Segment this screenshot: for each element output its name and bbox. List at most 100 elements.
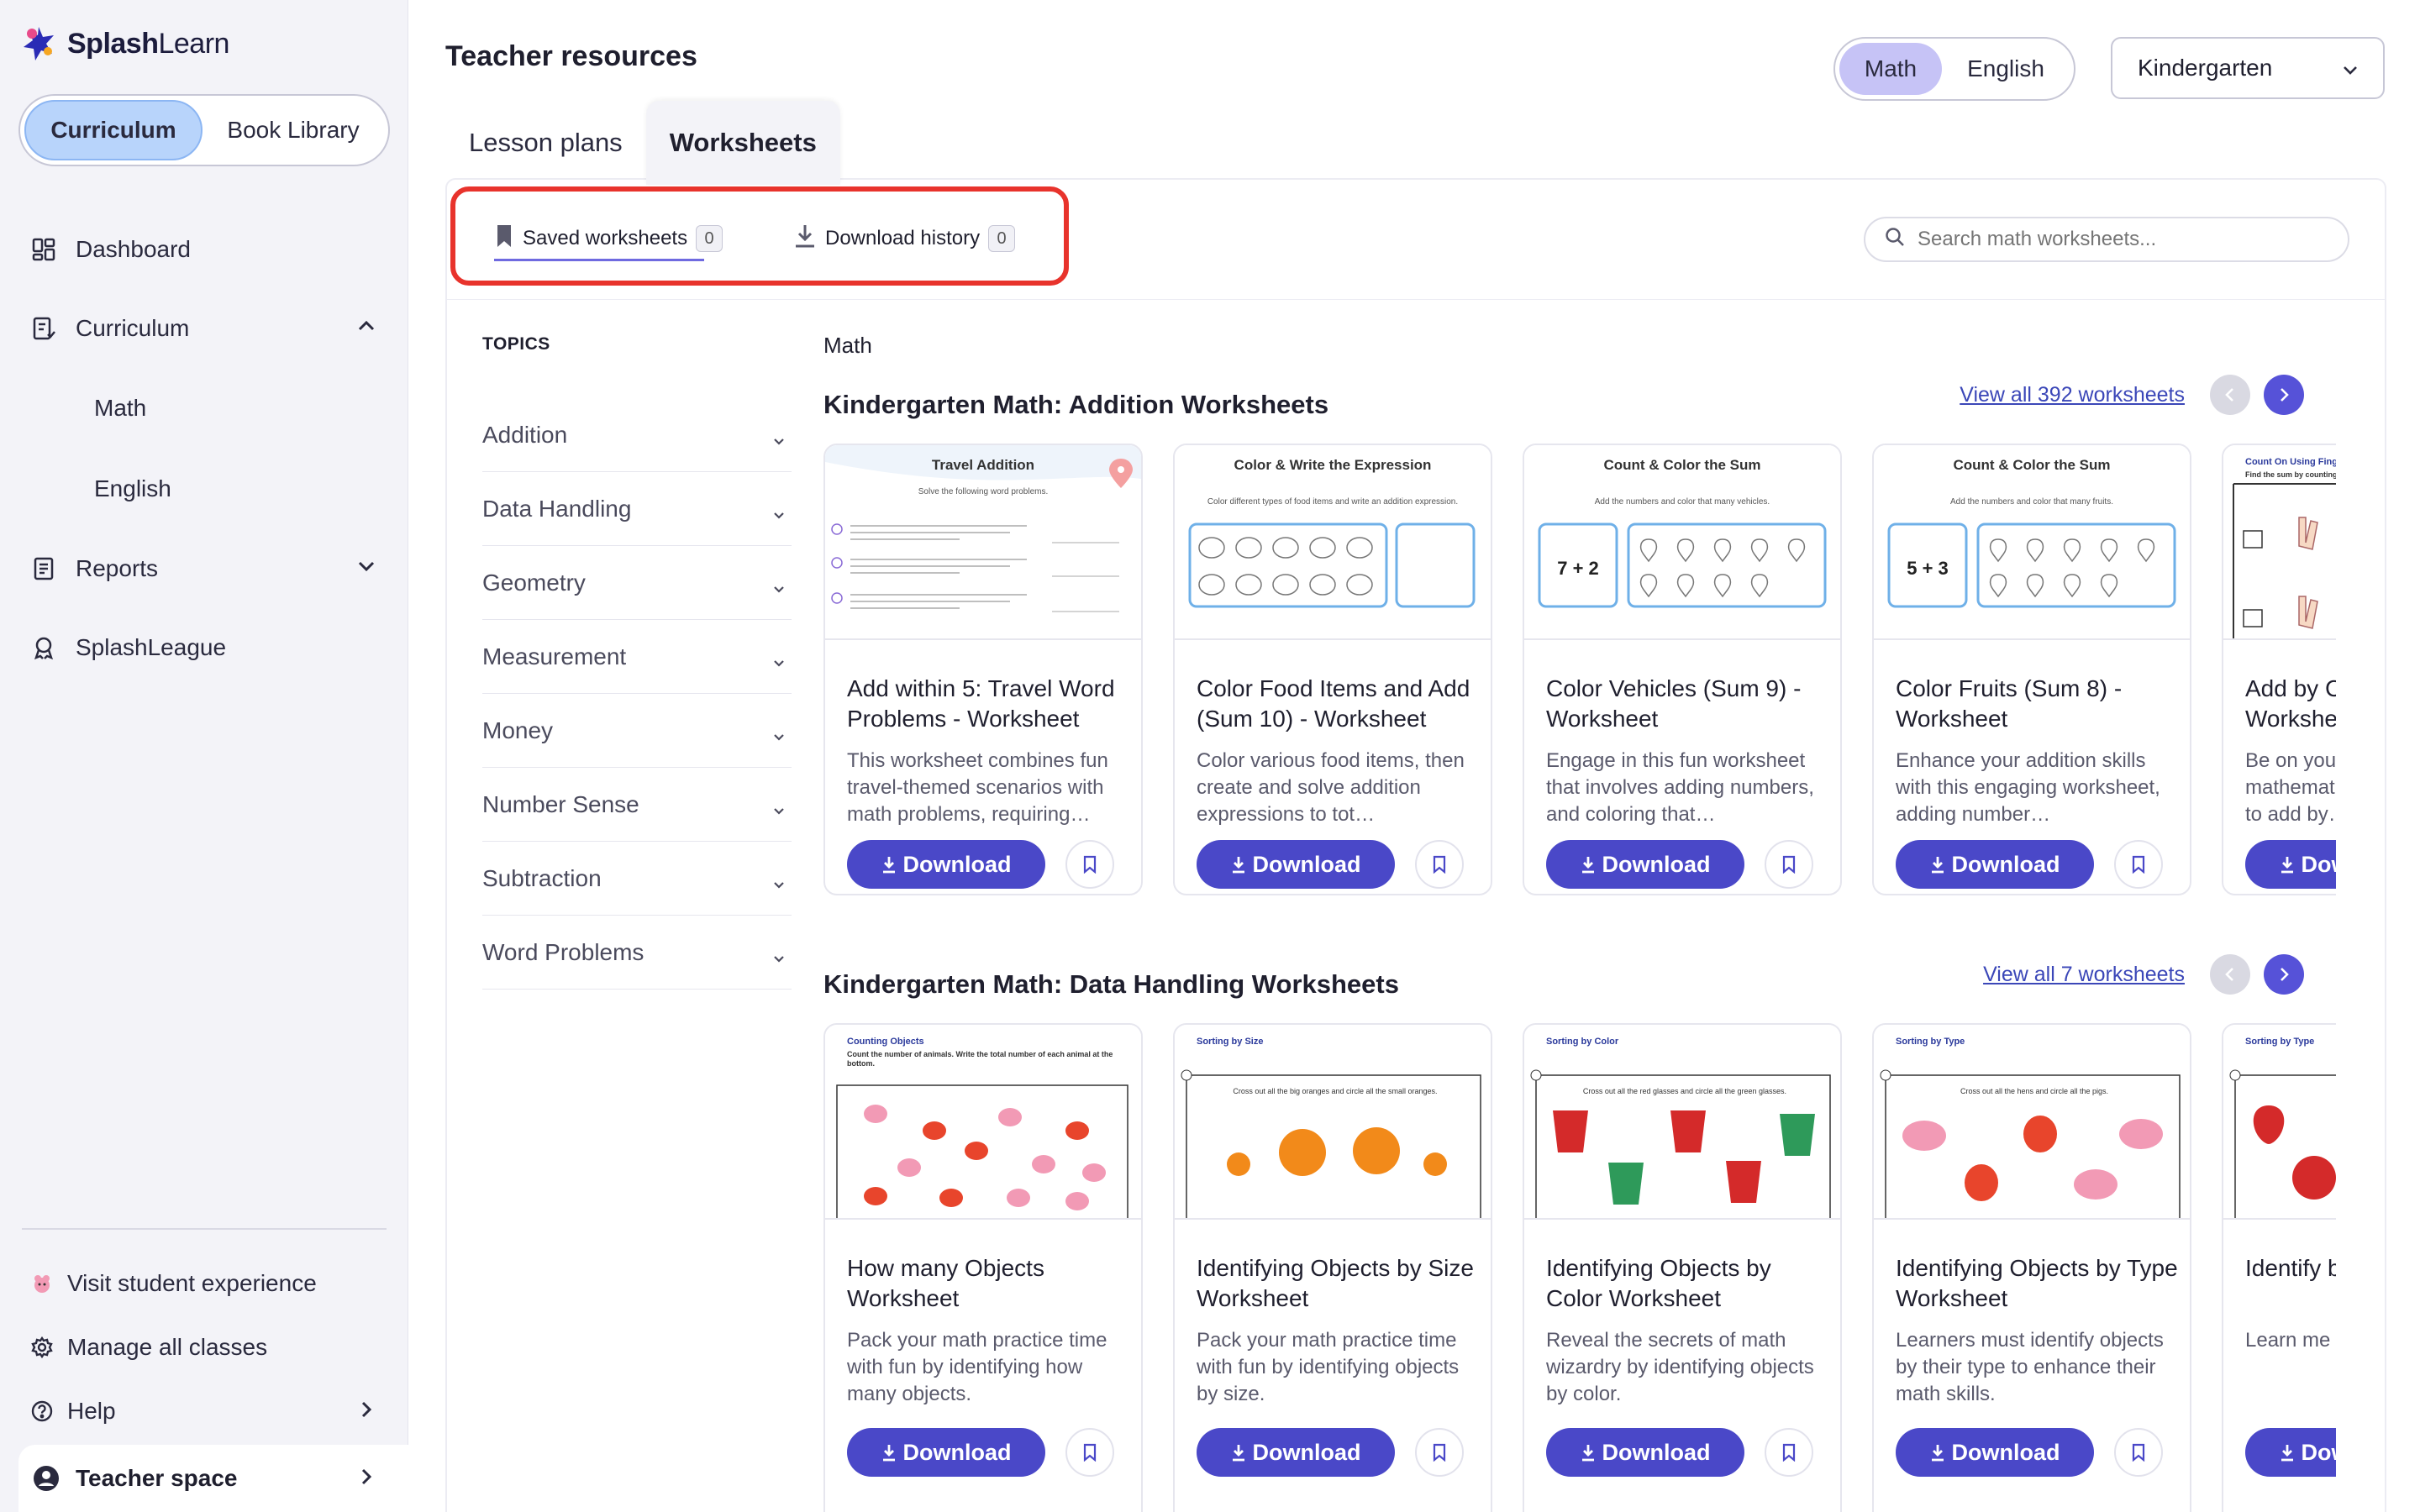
chevron-down-icon[interactable]: [355, 554, 378, 584]
sidebar-item-english[interactable]: English: [0, 449, 408, 529]
worksheet-thumbnail[interactable]: Count & Color the Sum Add the numbers and…: [1874, 445, 2190, 640]
breadcrumb: Math: [823, 333, 872, 358]
sidebar-item-label: SplashLeague: [76, 634, 227, 660]
worksheet-card[interactable]: Counting Objects Count the number of anim…: [823, 1023, 1143, 1512]
download-button[interactable]: Download: [1546, 1428, 1744, 1477]
chevron-right-icon: [2281, 968, 2289, 981]
worksheet-title[interactable]: Color Vehicles (Sum 9) - Worksheet: [1546, 674, 1832, 734]
topic-item[interactable]: Number Sense: [482, 768, 792, 842]
worksheet-thumbnail[interactable]: Sorting by Type Cross out all the hens an…: [1874, 1025, 2190, 1220]
thumbnail-title: Count On Using Fingers: [2245, 457, 2336, 467]
download-button[interactable]: Download: [847, 1428, 1045, 1477]
thumbnail-instructions: Cross out all the: [2245, 1087, 2336, 1096]
download-button[interactable]: Download: [847, 840, 1045, 889]
sidebar-item-label: Dashboard: [76, 236, 191, 262]
worksheet-card[interactable]: Travel Addition Solve the following word …: [823, 444, 1143, 895]
worksheet-description: Be on your way to becoming a mathematics…: [2245, 749, 2336, 826]
sidebar-item-curriculum[interactable]: Curriculum: [0, 289, 408, 368]
worksheet-thumbnail[interactable]: Count & Color the Sum Add the numbers and…: [1524, 445, 1840, 640]
visit-student-experience-link[interactable]: Visit student experience: [0, 1252, 408, 1315]
teacher-space-button[interactable]: Teacher space: [18, 1445, 408, 1512]
topic-item[interactable]: Measurement: [482, 620, 792, 694]
worksheet-card[interactable]: Sorting by Type Cross out all the Identify…: [2222, 1023, 2336, 1512]
topic-item[interactable]: Addition: [482, 398, 792, 472]
worksheet-card[interactable]: Count On Using Fingers Find the sum by co…: [2222, 444, 2336, 895]
topic-item[interactable]: Geometry: [482, 546, 792, 620]
thumbnail-instructions: Cross out all the red glasses and circle…: [1582, 1087, 1787, 1095]
worksheet-title[interactable]: Add by Counting Fingers Worksheet: [2245, 674, 2336, 734]
bookmark-button[interactable]: [2114, 1428, 2163, 1477]
worksheet-title[interactable]: Identifying Objects by Color Worksheet: [1546, 1253, 1832, 1314]
bookmark-button[interactable]: [1065, 1428, 1114, 1477]
bottom-item-label: Visit student experience: [67, 1270, 317, 1296]
download-button[interactable]: Download: [1546, 840, 1744, 889]
worksheet-card[interactable]: Count & Color the Sum Add the numbers and…: [1523, 444, 1842, 895]
worksheet-title[interactable]: Identifying Objects by Size Worksheet: [1197, 1253, 1482, 1314]
sidebar-item-splashleague[interactable]: SplashLeague: [0, 608, 408, 687]
download-button[interactable]: Download: [2245, 1428, 2336, 1477]
worksheet-title[interactable]: Identifying Objects by Type Worksheet: [1896, 1253, 2181, 1314]
download-button[interactable]: Download: [1896, 1428, 2094, 1477]
segment-curriculum[interactable]: Curriculum: [24, 100, 203, 160]
chevron-down-icon: [2339, 59, 2361, 87]
sidebar-item-reports[interactable]: Reports: [0, 529, 408, 608]
help-link[interactable]: Help: [0, 1379, 408, 1443]
topic-item[interactable]: Money: [482, 694, 792, 768]
worksheet-card[interactable]: Sorting by Size Cross out all the big ora…: [1173, 1023, 1492, 1512]
view-all-link[interactable]: View all 392 worksheets: [1960, 383, 2185, 407]
carousel-prev-button[interactable]: [2210, 954, 2250, 995]
worksheet-thumbnail[interactable]: Color & Write the Expression Color differ…: [1175, 445, 1491, 640]
download-button[interactable]: Download: [1197, 840, 1395, 889]
bookmark-button[interactable]: [1415, 1428, 1464, 1477]
worksheet-thumbnail[interactable]: Sorting by Color Cross out all the red gl…: [1524, 1025, 1840, 1220]
tab-lesson-plans[interactable]: Lesson plans: [445, 101, 646, 185]
worksheet-thumbnail[interactable]: Counting Objects Count the number of anim…: [825, 1025, 1141, 1220]
worksheet-thumbnail[interactable]: Count On Using Fingers Find the sum by co…: [2223, 445, 2336, 640]
bookmark-button[interactable]: [2114, 840, 2163, 889]
grade-select[interactable]: Kindergarten: [2111, 37, 2385, 99]
carousel-next-button[interactable]: [2264, 375, 2304, 415]
carousel-prev-button[interactable]: [2210, 375, 2250, 415]
chevron-left-icon: [2225, 388, 2233, 402]
download-button[interactable]: Download: [2245, 840, 2336, 889]
bookmark-button[interactable]: [1415, 840, 1464, 889]
topic-item[interactable]: Word Problems: [482, 916, 792, 990]
worksheet-title[interactable]: Identify by Type Worksheet: [2245, 1253, 2336, 1284]
worksheet-card[interactable]: Color & Write the Expression Color differ…: [1173, 444, 1492, 895]
manage-all-classes-link[interactable]: Manage all classes: [0, 1315, 408, 1379]
topic-label: Subtraction: [482, 864, 602, 891]
sidebar-item-dashboard[interactable]: Dashboard: [0, 210, 408, 289]
thumbnail-title: Sorting by Type: [2245, 1037, 2315, 1047]
subject-math[interactable]: Math: [1839, 43, 1942, 95]
worksheet-title[interactable]: How many Objects Worksheet: [847, 1253, 1133, 1314]
worksheet-title[interactable]: Color Food Items and Add (Sum 10) - Work…: [1197, 674, 1482, 734]
topic-item[interactable]: Subtraction: [482, 842, 792, 916]
tab-worksheets[interactable]: Worksheets: [645, 101, 840, 185]
worksheet-card[interactable]: Sorting by Color Cross out all the red gl…: [1523, 1023, 1842, 1512]
splashlearn-logo[interactable]: SplashLearn: [18, 24, 229, 64]
bookmark-button[interactable]: [1765, 840, 1813, 889]
carousel-next-button[interactable]: [2264, 954, 2304, 995]
sidebar-item-math[interactable]: Math: [0, 368, 408, 449]
worksheet-thumbnail[interactable]: Travel Addition Solve the following word …: [825, 445, 1141, 640]
chevron-up-icon[interactable]: [355, 314, 378, 344]
worksheet-thumbnail[interactable]: Sorting by Type Cross out all the: [2223, 1025, 2336, 1220]
bookmark-button[interactable]: [1065, 840, 1114, 889]
download-button[interactable]: Download: [1896, 840, 2094, 889]
worksheet-thumbnail[interactable]: Sorting by Size Cross out all the big ora…: [1175, 1025, 1491, 1220]
topic-item[interactable]: Data Handling: [482, 472, 792, 546]
search-box[interactable]: [1864, 217, 2349, 262]
worksheet-card[interactable]: Count & Color the Sum Add the numbers and…: [1872, 444, 2191, 895]
download-button[interactable]: Download: [1197, 1428, 1395, 1477]
view-all-link[interactable]: View all 7 worksheets: [1983, 963, 2185, 987]
segment-book-library[interactable]: Book Library: [203, 100, 384, 160]
worksheet-title[interactable]: Color Fruits (Sum 8) - Worksheet: [1896, 674, 2181, 734]
worksheet-description: Reveal the secrets of math wizardry by i…: [1546, 1329, 1814, 1405]
subject-english[interactable]: English: [1942, 43, 2070, 95]
worksheet-card[interactable]: Sorting by Type Cross out all the hens an…: [1872, 1023, 2191, 1512]
chevron-down-icon: [771, 798, 786, 825]
topic-label: Geometry: [482, 569, 586, 596]
bookmark-button[interactable]: [1765, 1428, 1813, 1477]
worksheet-title[interactable]: Add within 5: Travel Word Problems - Wor…: [847, 674, 1133, 734]
search-input[interactable]: [1918, 228, 2321, 251]
